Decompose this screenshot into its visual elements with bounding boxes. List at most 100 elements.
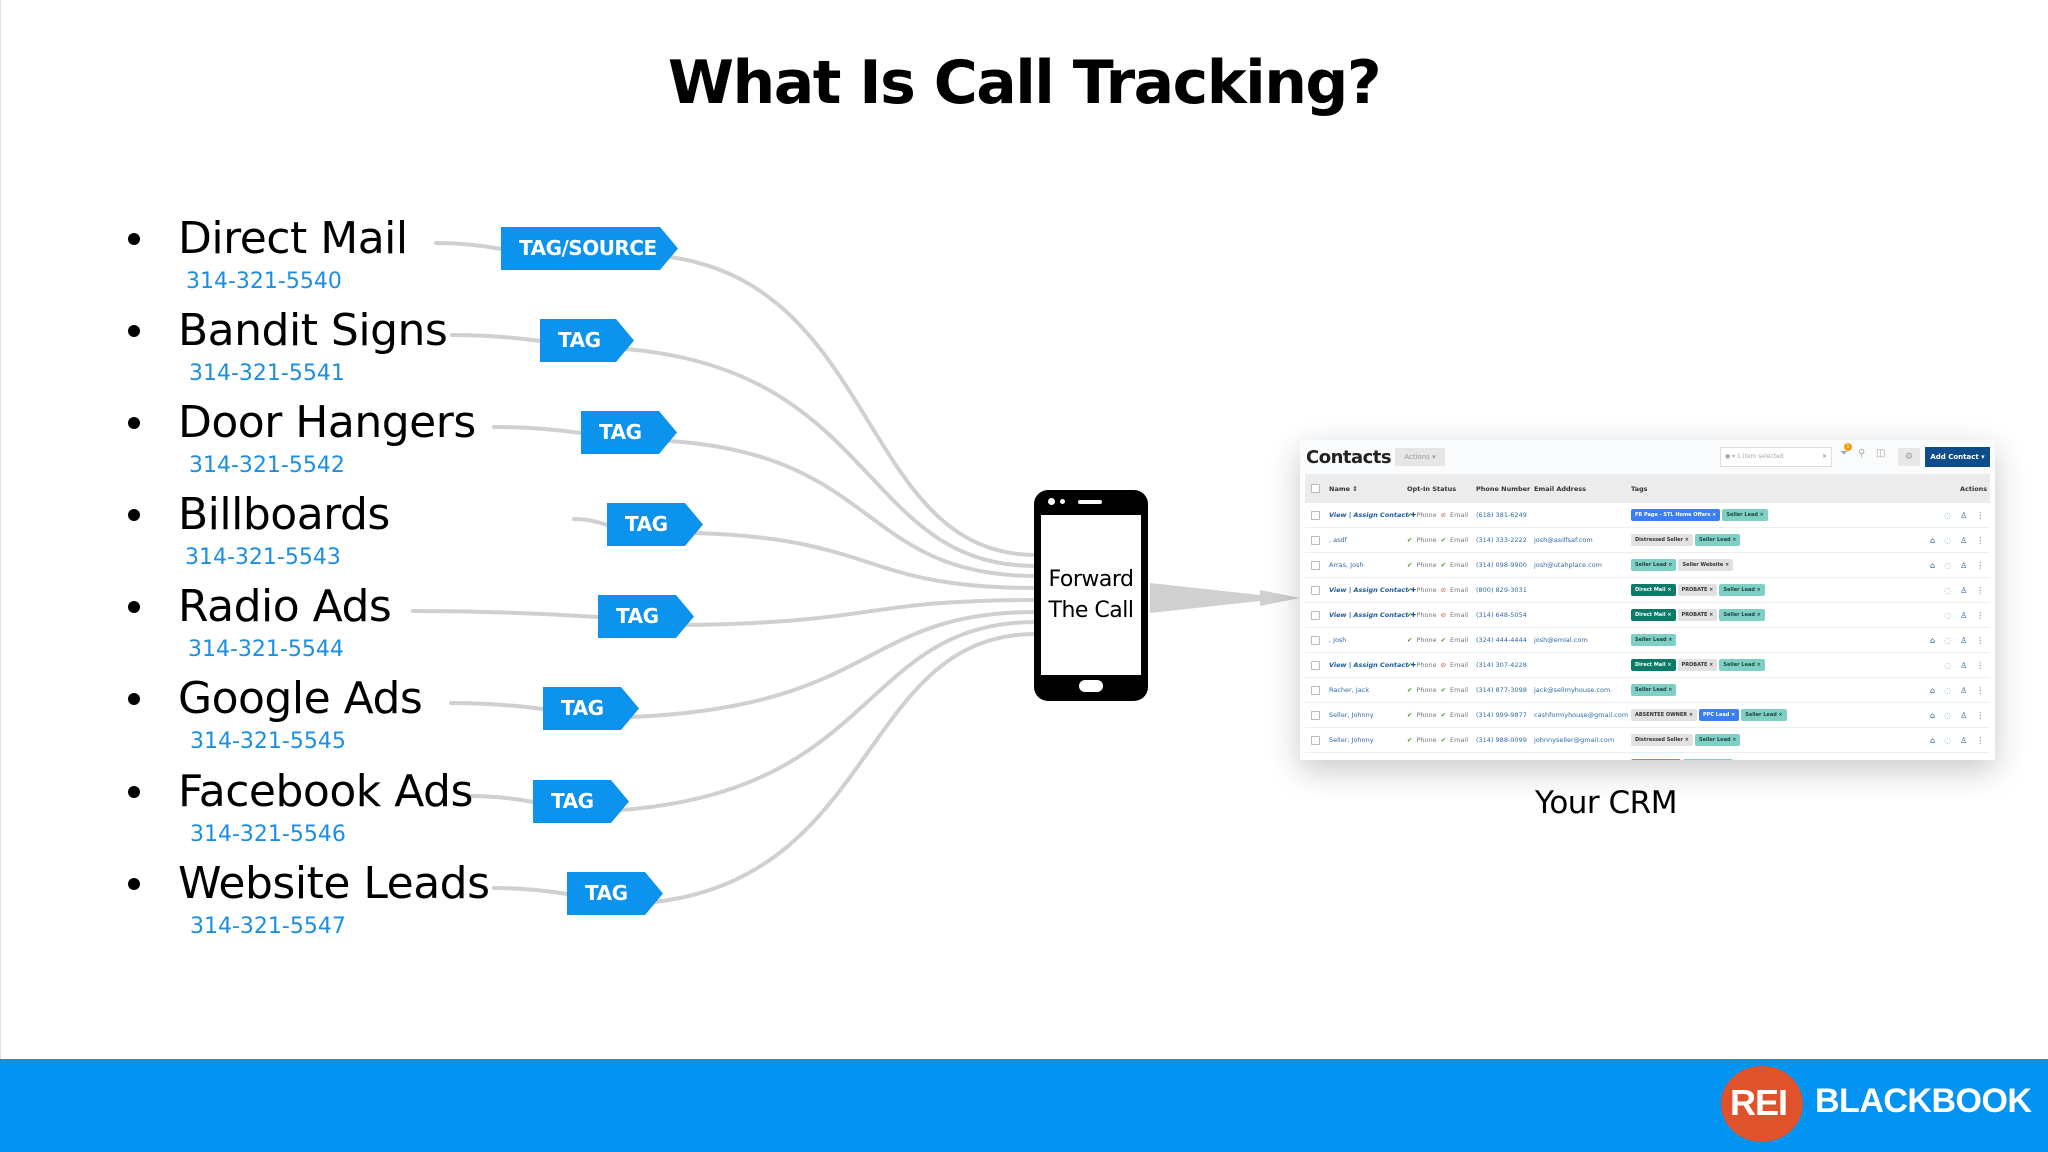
contact-tag[interactable]: Seller Lead × [1631,684,1677,696]
contact-phone[interactable]: (324) 444-4444 [1476,628,1527,652]
row-checkbox[interactable] [1311,603,1320,627]
chat-icon[interactable]: ◌ [1944,711,1951,720]
more-menu-icon[interactable]: ⋮ [1976,636,1984,645]
contact-name-link[interactable]: , asdf [1329,528,1347,552]
contact-phone[interactable]: (314) 098-9900 [1476,553,1527,577]
settings-gear-icon[interactable]: ⚙ [1898,448,1920,466]
contact-tag[interactable]: Direct Mail × [1631,584,1676,596]
table-row[interactable]: View | Assign Contact ✚ ✔ Phone ⊘ Email (618)… [1305,503,1990,528]
contact-name-link[interactable]: View | Assign Contact ✚ [1329,578,1416,602]
user-icon[interactable]: ♙ [1960,536,1967,545]
user-icon[interactable]: ♙ [1960,511,1967,520]
contact-name-link[interactable]: , josh [1329,628,1346,652]
more-menu-icon[interactable]: ⋮ [1976,711,1984,720]
contact-name-link[interactable]: Racher, Jack [1329,678,1369,702]
user-icon[interactable]: ♙ [1960,586,1967,595]
home-icon[interactable]: ⌂ [1930,536,1935,545]
contact-name-link[interactable]: View | Assign Contact ✚ [1329,503,1416,527]
contact-name-link[interactable]: Arras, Josh [1329,553,1364,577]
contact-tag[interactable]: Seller Lead × [1719,584,1765,596]
table-row[interactable]: Racher, Jack ✔ Phone ✔ Email (314) 877-3098 ja… [1305,678,1990,703]
user-icon[interactable]: ♙ [1960,711,1967,720]
contact-tag[interactable]: Seller Lead × [1719,659,1765,671]
contact-tag[interactable]: PROBATE × [1677,584,1718,596]
home-icon[interactable]: ⌂ [1930,711,1935,720]
row-checkbox[interactable] [1311,503,1320,527]
contact-name-link[interactable]: Seller, Johnny [1329,728,1374,752]
user-icon[interactable]: ♙ [1960,636,1967,645]
contact-tag[interactable]: PROBATE × [1677,609,1718,621]
contact-email[interactable]: josh@utahplace.com [1534,553,1602,577]
user-icon[interactable]: ♙ [1960,661,1967,670]
chat-icon[interactable]: ◌ [1944,611,1951,620]
clear-filter-icon[interactable]: × [1822,448,1827,466]
contact-tag[interactable]: Distressed Seller × [1631,734,1693,746]
row-checkbox[interactable] [1311,703,1320,727]
more-menu-icon[interactable]: ⋮ [1976,736,1984,745]
contact-tag[interactable]: Direct Mail × [1631,609,1676,621]
user-icon[interactable]: ♙ [1960,736,1967,745]
home-icon[interactable]: ⌂ [1930,736,1935,745]
chat-icon[interactable]: ◌ [1944,511,1951,520]
contact-phone[interactable]: (314) 648-5054 [1476,603,1527,627]
row-checkbox[interactable] [1311,528,1320,552]
contact-tag[interactable] [1631,759,1681,760]
tag-filter-select[interactable]: ● ▾ 1 item selected × [1720,447,1832,467]
binoculars-icon[interactable]: ⚲ [1858,448,1865,459]
home-icon[interactable]: ⌂ [1930,636,1935,645]
table-row[interactable]: Seller, Johnny ✔ Phone ✔ Email (314) 999-9877… [1305,703,1990,728]
row-checkbox[interactable] [1311,728,1320,752]
more-menu-icon[interactable]: ⋮ [1976,536,1984,545]
add-contact-button[interactable]: Add Contact ▾ [1925,447,1990,467]
user-icon[interactable]: ♙ [1960,686,1967,695]
contact-email[interactable]: josh@emial.com [1534,628,1588,652]
row-checkbox[interactable] [1311,553,1320,577]
chat-icon[interactable]: ◌ [1944,536,1951,545]
contact-tag[interactable]: Direct Mail × [1631,659,1676,671]
contact-email[interactable]: jack@sellmyhouse.com [1534,678,1610,702]
chat-icon[interactable]: ◌ [1944,586,1951,595]
home-icon[interactable]: ⌂ [1930,686,1935,695]
row-checkbox[interactable] [1311,578,1320,602]
row-checkbox[interactable] [1311,653,1320,677]
contact-phone[interactable]: (618) 381-6249 [1476,503,1527,527]
contact-tag[interactable]: Seller Lead × [1694,534,1741,546]
contact-email[interactable]: cashformyhouse@gmail.com [1534,703,1628,727]
contact-tag[interactable]: PROBATE × [1677,659,1718,671]
contact-phone[interactable]: (314) 999-9877 [1476,703,1527,727]
contact-tag[interactable]: ABSENTEE OWNER × [1631,709,1698,721]
more-menu-icon[interactable]: ⋮ [1976,586,1984,595]
table-row[interactable]: Arras, Josh ✔ Phone ✔ Email (314) 098-9900 jos… [1305,553,1990,578]
more-menu-icon[interactable]: ⋮ [1976,611,1984,620]
contact-tag[interactable]: Seller Lead × [1719,609,1765,621]
select-all-checkbox[interactable] [1311,474,1320,503]
user-icon[interactable]: ♙ [1960,561,1967,570]
contact-email[interactable]: johnnyseller@gmail.com [1534,728,1614,752]
contact-tag[interactable]: Distressed Seller × [1631,534,1693,546]
table-row[interactable] [1305,753,1990,760]
chat-icon[interactable]: ◌ [1944,661,1951,670]
chat-icon[interactable]: ◌ [1944,561,1951,570]
more-menu-icon[interactable]: ⋮ [1976,686,1984,695]
table-row[interactable]: View | Assign Contact ✚ ✔ Phone ⊘ Email (800)… [1305,578,1990,603]
more-menu-icon[interactable]: ⋮ [1976,561,1984,570]
contact-tag[interactable]: Seller Website × [1678,559,1734,571]
contact-tag[interactable]: Seller Lead × [1631,634,1677,646]
contact-tag[interactable]: Seller Lead × [1741,709,1787,721]
row-checkbox[interactable] [1311,753,1320,760]
more-menu-icon[interactable]: ⋮ [1976,511,1984,520]
row-checkbox[interactable] [1311,628,1320,652]
contact-phone[interactable]: (314) 333-2222 [1476,528,1527,552]
contact-tag[interactable]: Seller Lead × [1722,509,1768,521]
contact-email[interactable]: josh@asdfsaf.com [1534,528,1593,552]
row-checkbox[interactable] [1311,678,1320,702]
columns-icon[interactable]: ◫ [1876,448,1885,459]
more-menu-icon[interactable]: ⋮ [1976,661,1984,670]
contact-phone[interactable]: (800) 829-3031 [1476,578,1527,602]
contact-phone[interactable]: (314) 988-0099 [1476,728,1527,752]
contact-tag[interactable] [1683,759,1733,760]
chat-icon[interactable]: ◌ [1944,686,1951,695]
table-row[interactable]: View | Assign Contact ✚ ✔ Phone ⊘ Email (314)… [1305,653,1990,678]
home-icon[interactable]: ⌂ [1930,561,1935,570]
contact-tag[interactable]: Seller Lead × [1694,734,1741,746]
